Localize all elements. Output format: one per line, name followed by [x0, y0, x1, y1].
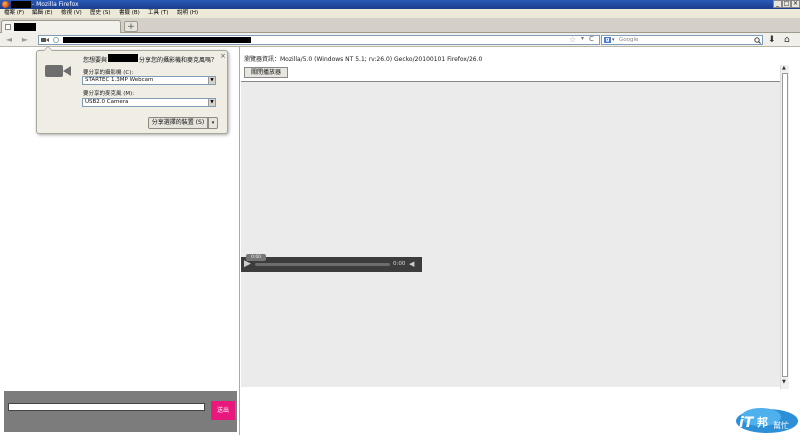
google-icon[interactable]: g: [604, 37, 611, 43]
forward-button[interactable]: ►: [20, 35, 30, 45]
ithome-logo-icon: iT 邦 幫忙: [736, 408, 798, 433]
camera-select[interactable]: STARTEC 1.3MP Webcam ▼: [82, 76, 216, 85]
logo-help-text: 幫忙: [773, 420, 789, 430]
browser-info-text: 瀏覽器資訊：Mozilla/5.0 (Windows NT 5.1; rv:26…: [244, 56, 483, 63]
url-dropdown-icon[interactable]: ▾: [581, 35, 584, 42]
video-camera-icon: [45, 65, 71, 77]
new-tab-button[interactable]: +: [124, 21, 138, 32]
search-bar[interactable]: g ▾ Google: [601, 35, 763, 45]
camera-select-arrow-icon[interactable]: ▼: [208, 77, 215, 84]
chat-input[interactable]: [8, 403, 205, 411]
menu-view[interactable]: 檢視 (V): [61, 9, 82, 18]
vertical-scrollbar[interactable]: ▲ ▼: [780, 65, 789, 389]
menu-help[interactable]: 說明 (H): [177, 9, 198, 18]
menu-edit[interactable]: 編輯 (E): [32, 9, 53, 18]
search-icon[interactable]: [754, 37, 761, 44]
time-tooltip: 0:00: [246, 254, 266, 261]
search-engine-dropdown-icon[interactable]: ▾: [612, 36, 615, 44]
close-window-button[interactable]: ×: [791, 0, 800, 8]
media-permission-popup: × 您想要與 分享您的攝影機和麥克風嗎？ 要分享的攝影機 (C): STARTE…: [36, 46, 228, 134]
mic-select-arrow-icon[interactable]: ▼: [208, 99, 215, 106]
share-devices-button[interactable]: 分享選擇的裝置 (S): [148, 117, 208, 129]
menu-bar: 檔案 (F) 編輯 (E) 檢視 (V) 歷史 (S) 書籤 (B) 工具 (T…: [0, 9, 800, 18]
time-display: 0:00: [393, 261, 406, 267]
camera-select-value: STARTEC 1.3MP Webcam: [85, 77, 154, 83]
redacted-title: [11, 1, 31, 8]
tab-active[interactable]: [1, 20, 121, 33]
scroll-up-icon[interactable]: ▲: [782, 65, 786, 71]
send-button[interactable]: 送出: [211, 401, 235, 420]
redacted-url: [63, 37, 251, 43]
popup-close-icon[interactable]: ×: [220, 52, 226, 60]
redacted-tab-title: [14, 23, 36, 31]
bookmark-star-icon[interactable]: ☆: [569, 35, 576, 44]
tab-strip: +: [0, 18, 800, 33]
menu-history[interactable]: 歷史 (S): [90, 9, 111, 18]
globe-icon: [53, 37, 59, 43]
reload-icon[interactable]: C: [589, 35, 594, 43]
menu-tools[interactable]: 工具 (T): [148, 9, 168, 18]
chat-box: 送出: [4, 391, 237, 432]
url-bar[interactable]: ☆ ▾ C: [38, 35, 600, 45]
main-content: 瀏覽器資訊：Mozilla/5.0 (Windows NT 5.1; rv:26…: [241, 47, 800, 435]
mic-select-value: USB2.0 Camera: [85, 99, 129, 105]
firefox-logo-icon: [2, 1, 9, 8]
logo-it-text: iT: [739, 415, 755, 431]
scroll-down-icon[interactable]: ▼: [782, 379, 786, 385]
mic-label: 要分享的麥克風 (M):: [83, 91, 135, 97]
minimize-button[interactable]: _: [773, 0, 782, 8]
menu-file[interactable]: 檔案 (F): [4, 9, 24, 18]
volume-icon[interactable]: ◀: [409, 259, 414, 270]
navigation-bar: ◄ ► ☆ ▾ C g ▾ Google ⬇ ⌂: [0, 33, 800, 47]
close-player-button[interactable]: 關閉播放器: [244, 67, 288, 78]
download-icon[interactable]: ⬇: [768, 35, 776, 45]
popup-question-start: 您想要與: [83, 57, 108, 64]
search-placeholder: Google: [619, 37, 639, 43]
title-bar: - Mozilla Firefox _ □ ×: [0, 0, 800, 9]
maximize-button[interactable]: □: [782, 0, 791, 8]
video-player-controls: ▶ 0:00 ◀: [241, 257, 422, 272]
video-area: ▶ 0:00 ◀ 0:00: [241, 82, 780, 387]
camera-label: 要分享的攝影機 (C):: [83, 70, 134, 76]
menu-bookmarks[interactable]: 書籤 (B): [119, 9, 140, 18]
popup-caret-inner: [44, 47, 52, 51]
scroll-thumb[interactable]: [782, 73, 788, 377]
logo-bang-text: 邦: [757, 415, 768, 429]
home-icon[interactable]: ⌂: [784, 35, 790, 45]
popup-question-end: 分享您的攝影機和麥克風嗎？: [139, 57, 218, 64]
progress-track[interactable]: [255, 263, 390, 266]
page-icon: [5, 24, 11, 30]
share-dropdown-button[interactable]: ▾: [208, 117, 218, 129]
back-button[interactable]: ◄: [4, 35, 14, 45]
camera-icon[interactable]: [41, 37, 49, 43]
mic-select[interactable]: USB2.0 Camera ▼: [82, 98, 216, 107]
redacted-site: [108, 54, 138, 62]
window-title: - Mozilla Firefox: [32, 1, 79, 8]
